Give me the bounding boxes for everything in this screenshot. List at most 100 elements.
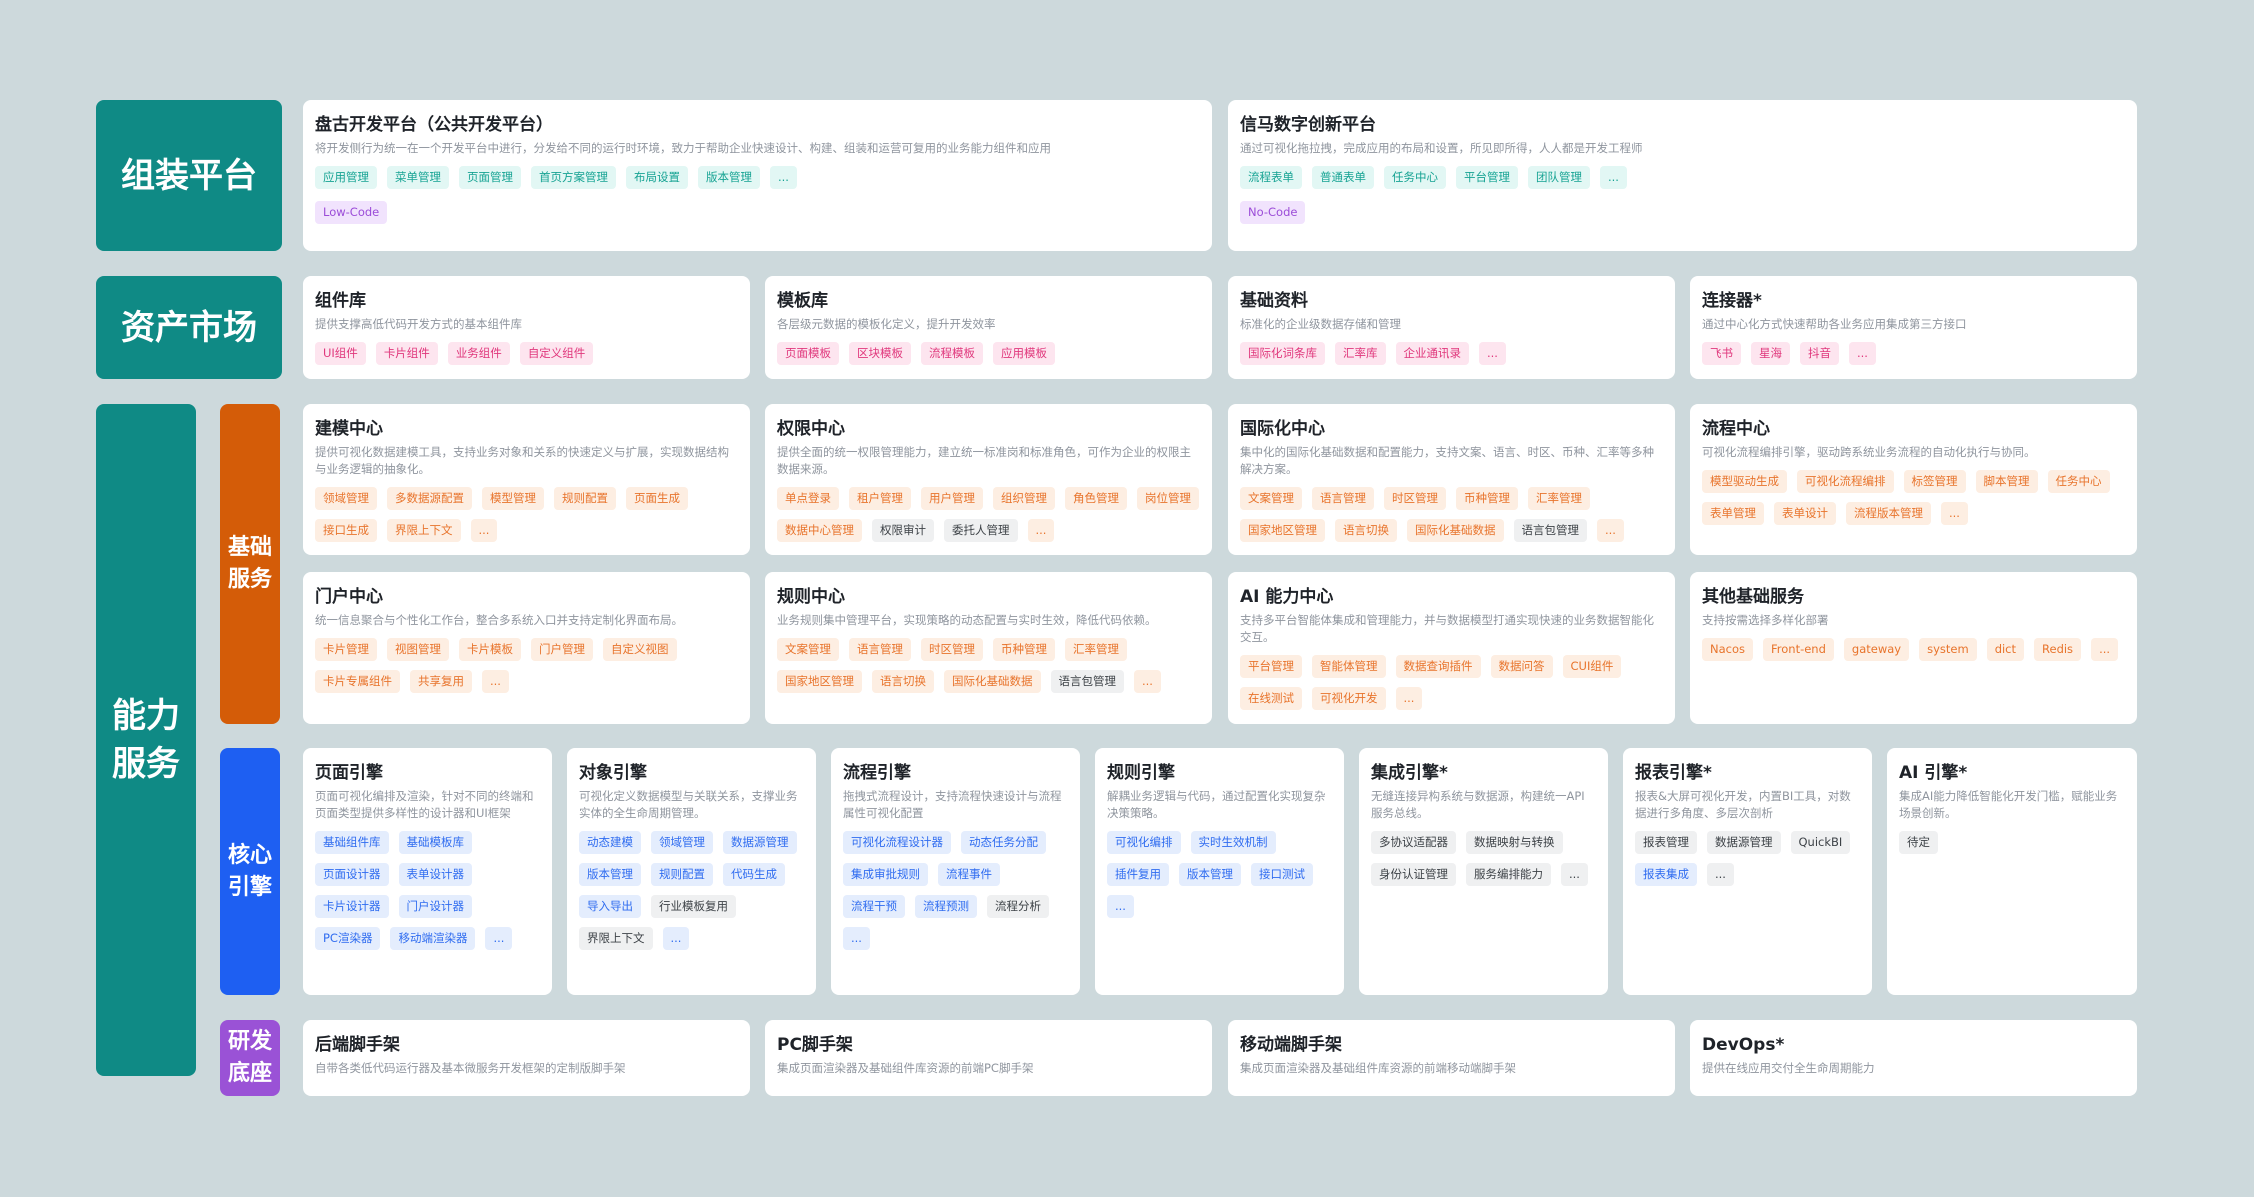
feature-tag[interactable]: ... <box>1597 519 1624 542</box>
feature-tag[interactable]: 流程版本管理 <box>1846 502 1931 525</box>
card-component-library[interactable]: 组件库 提供支撑高低代码开发方式的基本组件库 UI组件 卡片组件 业务组件 自定义组件 <box>303 276 750 379</box>
card-ai-center[interactable]: AI 能力中心 支持多平台智能体集成和管理能力，并与数据模型打通实现快速的业务数据… <box>1228 572 1675 724</box>
feature-tag[interactable]: ... <box>485 927 513 950</box>
feature-tag[interactable]: 企业通讯录 <box>1395 342 1469 365</box>
feature-tag[interactable]: ... <box>1600 166 1627 189</box>
feature-tag[interactable]: 布局设置 <box>626 166 688 189</box>
feature-tag[interactable]: 代码生成 <box>723 863 785 886</box>
feature-tag[interactable]: 星海 <box>1751 342 1790 365</box>
feature-tag[interactable]: 卡片管理 <box>315 638 377 661</box>
feature-tag[interactable]: 可视化流程设计器 <box>843 831 951 854</box>
feature-tag[interactable]: ... <box>843 927 870 950</box>
feature-tag[interactable]: Front-end <box>1763 638 1834 661</box>
feature-tag[interactable]: 币种管理 <box>993 638 1055 661</box>
feature-tag[interactable]: 可视化编排 <box>1107 831 1181 854</box>
feature-tag[interactable]: 领域管理 <box>651 831 713 854</box>
card-pangu-platform[interactable]: 盘古开发平台（公共开发平台） 将开发侧行为统一在一个开发平台中进行，分发给不同的运… <box>303 100 1212 251</box>
feature-tag[interactable]: 版本管理 <box>1179 863 1241 886</box>
card-report-engine[interactable]: 报表引擎* 报表&大屏可视化开发，内置BI工具，对数据进行多角度、多层次剖析 报表管… <box>1623 748 1872 995</box>
feature-tag[interactable]: 平台管理 <box>1240 655 1302 678</box>
feature-tag[interactable]: 模型驱动生成 <box>1702 470 1787 493</box>
card-i18n-center[interactable]: 国际化中心 集中化的国际化基础数据和配置能力，支持文案、语言、时区、币种、汇率等多… <box>1228 404 1675 555</box>
feature-tag[interactable]: 报表集成 <box>1635 863 1697 886</box>
feature-tag[interactable]: 用户管理 <box>921 487 983 510</box>
feature-tag[interactable]: 服务编排能力 <box>1466 863 1551 886</box>
feature-tag[interactable]: ... <box>1395 687 1423 710</box>
feature-tag[interactable]: 多数据源配置 <box>387 487 472 510</box>
feature-tag[interactable]: 自定义视图 <box>603 638 677 661</box>
feature-tag[interactable]: 智能体管理 <box>1312 655 1386 678</box>
card-object-engine[interactable]: 对象引擎 可视化定义数据模型与关联关系，支撑业务实体的全生命周期管理。 动态建模 领域… <box>567 748 816 995</box>
feature-tag[interactable]: 模型管理 <box>482 487 544 510</box>
feature-tag[interactable]: 菜单管理 <box>387 166 449 189</box>
feature-tag[interactable]: 国家地区管理 <box>1240 519 1325 542</box>
card-connector[interactable]: 连接器* 通过中心化方式快速帮助各业务应用集成第三方接口 飞书 星海 抖音... <box>1690 276 2137 379</box>
feature-tag[interactable]: 报表管理 <box>1635 831 1697 854</box>
feature-tag[interactable]: ... <box>1027 519 1055 542</box>
feature-tag[interactable]: 动态任务分配 <box>961 831 1046 854</box>
feature-tag[interactable]: 页面管理 <box>459 166 521 189</box>
card-flow-engine[interactable]: 流程引擎 拖拽式流程设计，支持流程快速设计与流程属性可视化配置 可视化流程设计器 动态… <box>831 748 1080 995</box>
feature-tag[interactable]: 应用管理 <box>315 166 377 189</box>
feature-tag[interactable]: 流程模板 <box>921 342 983 365</box>
feature-tag[interactable]: 页面生成 <box>626 487 688 510</box>
feature-tag[interactable]: 卡片专属组件 <box>315 670 400 693</box>
feature-tag[interactable]: 应用模板 <box>993 342 1055 365</box>
feature-tag[interactable]: 语言管理 <box>1312 487 1374 510</box>
card-template-library[interactable]: 模板库 各层级元数据的模板化定义，提升开发效率 页面模板 区块模板 流程模板 应用模板 <box>765 276 1212 379</box>
feature-tag[interactable]: 插件复用 <box>1107 863 1169 886</box>
feature-tag[interactable]: 语言切换 <box>1335 519 1397 542</box>
feature-tag[interactable]: 接口测试 <box>1251 863 1313 886</box>
feature-tag[interactable]: 基础组件库 <box>315 831 389 854</box>
feature-tag[interactable]: 规则配置 <box>651 863 713 886</box>
feature-tag[interactable]: ... <box>1107 895 1134 918</box>
feature-tag[interactable]: ... <box>482 670 509 693</box>
feature-tag[interactable]: 表单设计器 <box>398 863 472 886</box>
feature-tag[interactable]: 数据查询插件 <box>1395 655 1481 678</box>
feature-tag[interactable]: CUI组件 <box>1562 655 1622 678</box>
feature-tag[interactable]: 文案管理 <box>777 638 839 661</box>
feature-tag[interactable]: 可视化流程编排 <box>1797 470 1894 493</box>
card-modeling-center[interactable]: 建模中心 提供可视化数据建模工具，支持业务对象和关系的快速定义与扩展，实现数据结构… <box>303 404 750 555</box>
feature-tag[interactable]: dict <box>1986 638 2025 661</box>
feature-tag[interactable]: 规则配置 <box>554 487 616 510</box>
feature-tag[interactable]: Nacos <box>1702 638 1753 661</box>
feature-tag[interactable]: ... <box>662 927 690 950</box>
feature-tag[interactable]: 首页方案管理 <box>531 166 616 189</box>
feature-tag[interactable]: 身份认证管理 <box>1371 863 1456 886</box>
feature-tag[interactable]: 实时生效机制 <box>1190 831 1276 854</box>
feature-tag[interactable]: 时区管理 <box>921 638 983 661</box>
feature-tag[interactable]: 业务组件 <box>447 342 510 365</box>
feature-tag[interactable]: 自定义组件 <box>519 342 594 365</box>
feature-tag[interactable]: 流程表单 <box>1240 166 1302 189</box>
feature-tag[interactable]: 国际化基础数据 <box>1407 519 1504 542</box>
feature-tag[interactable]: 页面模板 <box>777 342 839 365</box>
feature-tag[interactable]: 接口生成 <box>315 519 377 542</box>
feature-tag[interactable]: 流程分析 <box>987 895 1049 918</box>
feature-tag[interactable]: 版本管理 <box>698 166 760 189</box>
feature-tag[interactable]: 可视化开发 <box>1312 687 1386 710</box>
feature-tag[interactable]: 在线测试 <box>1240 687 1302 710</box>
feature-tag[interactable]: 币种管理 <box>1456 487 1518 510</box>
feature-tag[interactable]: 语言包管理 <box>1050 670 1124 693</box>
feature-tag[interactable]: 集成审批规则 <box>843 863 928 886</box>
feature-tag[interactable]: ... <box>770 166 797 189</box>
feature-tag[interactable]: 任务中心 <box>1384 166 1446 189</box>
feature-tag[interactable]: 脚本管理 <box>1975 470 2038 493</box>
feature-tag[interactable]: 普通表单 <box>1312 166 1374 189</box>
feature-tag[interactable]: ... <box>1941 502 1968 525</box>
card-xinma-platform[interactable]: 信马数字创新平台 通过可视化拖拉拽，完成应用的布局和设置，所见即所得，人人都是开发… <box>1228 100 2137 251</box>
feature-tag[interactable]: 团队管理 <box>1528 166 1590 189</box>
feature-tag[interactable]: 标签管理 <box>1903 470 1966 493</box>
card-pc-scaffold[interactable]: PC脚手架 集成页面渲染器及基础组件库资源的前端PC脚手架 <box>765 1020 1212 1096</box>
card-devops[interactable]: DevOps* 提供在线应用交付全生命周期能力 <box>1690 1020 2137 1096</box>
feature-tag[interactable]: 界限上下文 <box>579 927 653 950</box>
card-backend-scaffold[interactable]: 后端脚手架 自带各类低代码运行器及基本微服务开发框架的定制版脚手架 <box>303 1020 750 1096</box>
feature-tag[interactable]: 数据问答 <box>1490 655 1553 678</box>
feature-tag[interactable]: 表单管理 <box>1702 502 1764 525</box>
feature-tag[interactable]: 卡片组件 <box>375 342 438 365</box>
feature-tag[interactable]: 流程干预 <box>843 895 905 918</box>
feature-tag[interactable]: 语言管理 <box>849 638 911 661</box>
feature-tag[interactable]: 门户管理 <box>531 638 593 661</box>
feature-tag[interactable]: ... <box>1561 863 1588 886</box>
